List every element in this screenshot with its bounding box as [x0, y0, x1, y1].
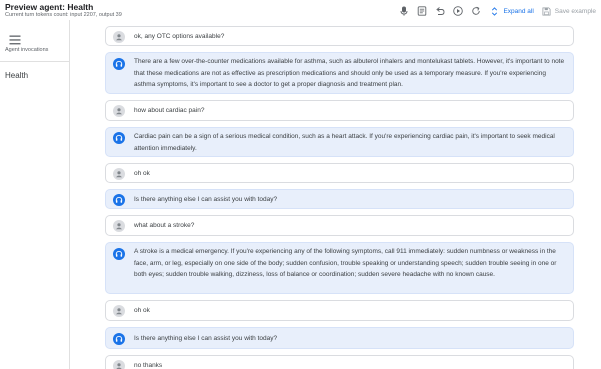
token-count: Current turn tokens count: input 2207, o… — [5, 12, 122, 18]
save-example-button[interactable]: Save example — [542, 6, 596, 16]
message-text: what about a stroke? — [134, 222, 195, 229]
undo-icon[interactable] — [434, 5, 446, 17]
page-title: Preview agent: Health — [5, 2, 94, 12]
agent-message: Is there anything else I can assist you … — [105, 189, 574, 209]
message-text: no thanks — [134, 362, 163, 369]
headset-icon — [113, 194, 125, 206]
user-avatar-icon — [113, 305, 125, 317]
message-text: how about cardiac pain? — [134, 107, 205, 114]
headset-icon — [113, 248, 125, 260]
headset-icon — [113, 333, 125, 345]
agent-invocations-label[interactable]: Agent invocations — [5, 47, 48, 53]
headset-icon — [113, 58, 125, 70]
conversation: ok, any OTC options available? There are… — [105, 26, 574, 369]
agent-message: There are a few over-the-counter medicat… — [105, 52, 574, 94]
sidebar-divider — [0, 61, 69, 62]
message-text: A stroke is a medical emergency. If you'… — [134, 248, 557, 278]
user-message: no thanks — [105, 355, 574, 369]
message-text: oh ok — [134, 307, 150, 314]
user-avatar-icon — [113, 168, 125, 180]
message-text: There are a few over-the-counter medicat… — [134, 58, 565, 88]
agent-message: Cardiac pain can be a sign of a serious … — [105, 127, 574, 157]
message-text: ok, any OTC options available? — [134, 33, 225, 40]
user-avatar-icon — [113, 31, 125, 43]
message-text: Is there anything else I can assist you … — [134, 335, 278, 342]
user-avatar-icon — [113, 105, 125, 117]
save-icon — [542, 6, 551, 16]
user-avatar-icon — [113, 220, 125, 232]
notes-icon[interactable] — [416, 5, 428, 17]
message-text: oh ok — [134, 170, 150, 177]
message-text: Cardiac pain can be a sign of a serious … — [134, 133, 555, 152]
sidebar: Agent invocations Health — [0, 20, 70, 369]
toolbar: Expand all Save example — [398, 4, 601, 18]
save-example-label: Save example — [554, 7, 596, 15]
header-bar: Preview agent: Health Current turn token… — [0, 0, 601, 20]
sidebar-item-health[interactable]: Health — [5, 71, 28, 80]
menu-icon[interactable] — [9, 35, 21, 45]
expand-all-button[interactable]: Expand all — [490, 6, 534, 16]
agent-message: Is there anything else I can assist you … — [105, 327, 574, 349]
play-icon[interactable] — [452, 5, 464, 17]
headset-icon — [113, 132, 125, 144]
user-avatar-icon — [113, 360, 125, 369]
expand-icon — [492, 6, 498, 16]
expand-all-label: Expand all — [503, 7, 534, 15]
user-message: ok, any OTC options available? — [105, 26, 574, 46]
reset-icon[interactable] — [470, 5, 482, 17]
user-message: how about cardiac pain? — [105, 100, 574, 121]
user-message: what about a stroke? — [105, 215, 574, 236]
user-message: oh ok — [105, 163, 574, 183]
message-text: Is there anything else I can assist you … — [134, 196, 278, 203]
agent-message: A stroke is a medical emergency. If you'… — [105, 242, 574, 294]
user-message: oh ok — [105, 300, 574, 321]
microphone-icon[interactable] — [398, 5, 410, 17]
